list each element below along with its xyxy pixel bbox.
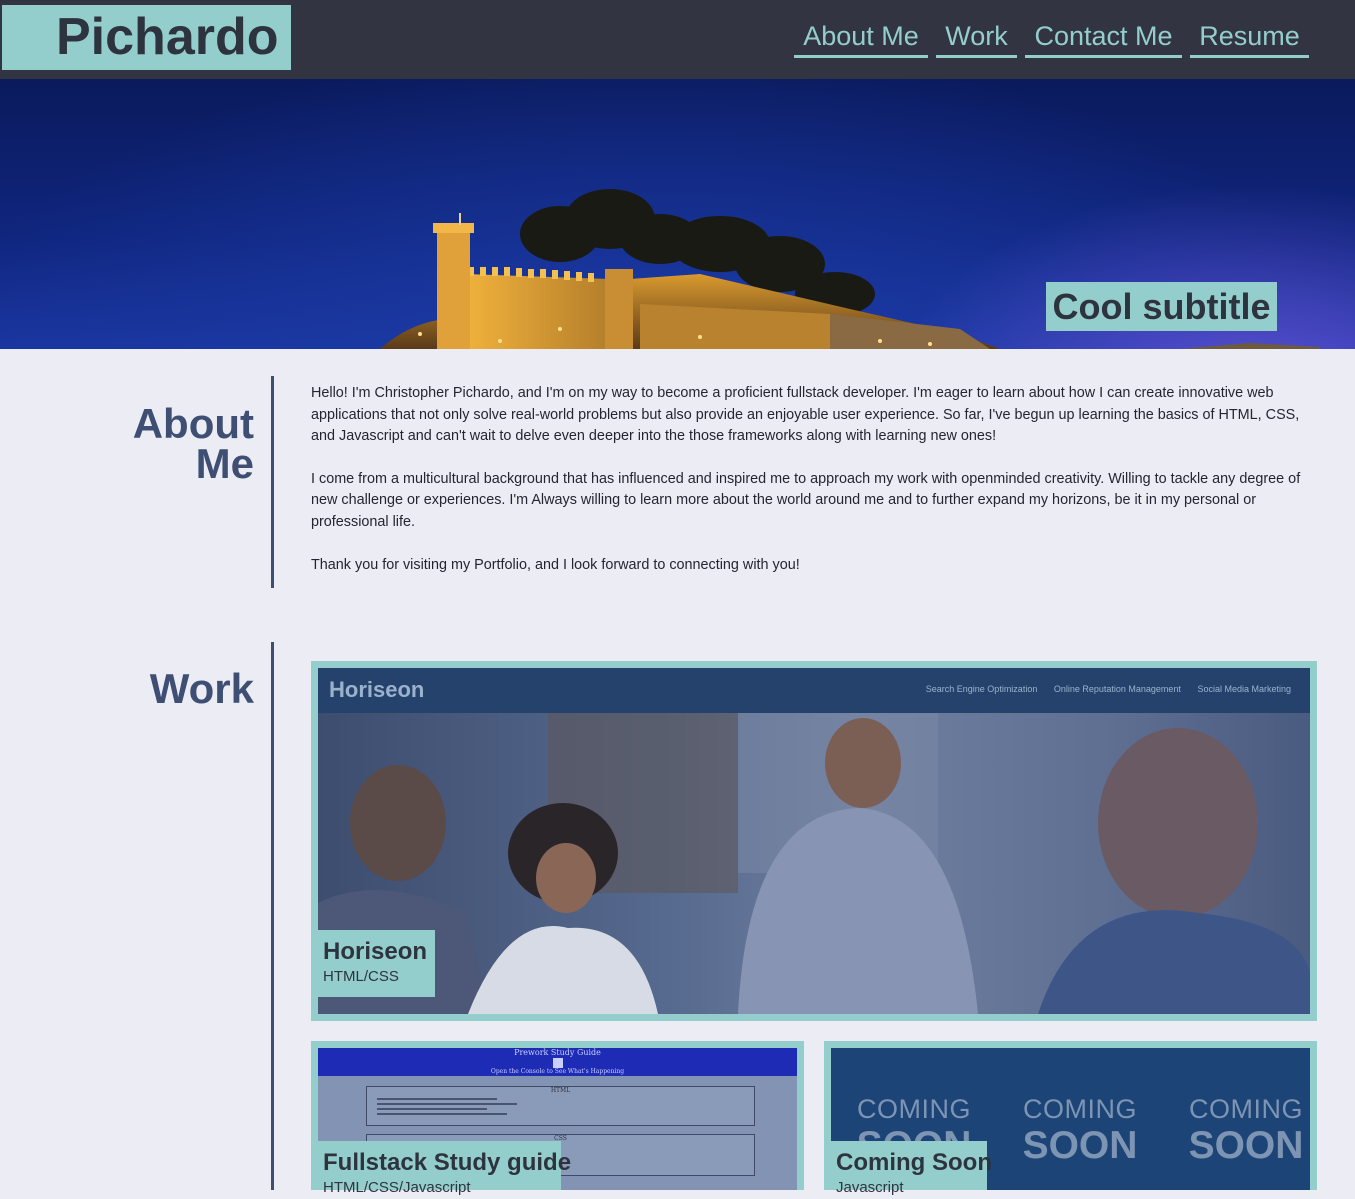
about-paragraph: Hello! I'm Christopher Pichardo, and I'm… <box>311 385 1300 445</box>
about-paragraph: I come from a multicultural background t… <box>311 470 1301 530</box>
nav-work[interactable]: Work <box>936 20 1017 58</box>
screenshot-link: Social Media Marketing <box>1197 684 1291 694</box>
coming-soon-text: COMING SOON <box>1010 1094 1150 1168</box>
about-divider <box>271 376 274 588</box>
project-title[interactable]: Fullstack Study guide <box>323 1149 571 1177</box>
project-tech: HTML/CSS <box>323 968 399 985</box>
screenshot-links: Search Engine Optimization Online Reputa… <box>912 684 1291 694</box>
project-card-horiseon[interactable]: Horiseon Search Engine Optimization Onli… <box>311 661 1317 1021</box>
coming-word: COMING <box>857 1094 971 1124</box>
project-screenshot: Horiseon Search Engine Optimization Onli… <box>318 668 1310 1014</box>
screenshot-header: Prework Study Guide Open the Console to … <box>318 1048 797 1076</box>
project-title[interactable]: Coming Soon <box>836 1149 992 1177</box>
project-card-coming-soon[interactable]: COMING SOON COMING SOON COMING SOON Comi… <box>824 1041 1317 1196</box>
screenshot-logo <box>552 1058 563 1068</box>
project-tech: Javascript <box>836 1179 904 1196</box>
screenshot-link: Online Reputation Management <box>1053 684 1181 694</box>
screenshot-heading: Prework Study Guide <box>514 1048 601 1057</box>
about-heading-line2: Me <box>195 440 254 487</box>
coming-word: COMING <box>1189 1094 1303 1124</box>
about-heading: About Me <box>132 400 254 487</box>
hero-banner: Cool subtitle <box>0 79 1355 349</box>
screenshot-link: Search Engine Optimization <box>925 684 1038 694</box>
work-heading: Work <box>149 665 254 712</box>
coming-soon-text: COMING SOON <box>1176 1094 1310 1168</box>
screenshot-logo: Horiseon <box>329 677 425 702</box>
hero-subtitle: Cool subtitle <box>1046 282 1277 331</box>
project-tech: HTML/CSS/Javascript <box>323 1179 471 1196</box>
soon-word: SOON <box>1188 1124 1304 1167</box>
project-label: Fullstack Study guide HTML/CSS/Javascrip… <box>313 1141 571 1196</box>
about-heading-line1: About <box>132 400 254 447</box>
site-logo[interactable]: Pichardo <box>2 5 291 70</box>
nav-about-me[interactable]: About Me <box>794 20 928 58</box>
screenshot-subheading: Open the Console to See What's Happening <box>490 1068 625 1075</box>
work-divider <box>271 642 274 1190</box>
project-title[interactable]: Horiseon <box>323 938 427 966</box>
nav-contact-me[interactable]: Contact Me <box>1025 20 1182 58</box>
screenshot-box-html: HTML <box>366 1086 755 1126</box>
people-illustration <box>318 713 1310 1014</box>
team-photo <box>318 713 1310 1014</box>
about-text: Hello! I'm Christopher Pichardo, and I'm… <box>311 383 1311 597</box>
project-label: Horiseon HTML/CSS <box>313 930 435 997</box>
about-paragraph: Thank you for visiting my Portfolio, and… <box>311 556 800 573</box>
soon-word: SOON <box>1022 1124 1138 1167</box>
site-header: Pichardo About Me Work Contact Me Resume <box>0 0 1355 79</box>
coming-word: COMING <box>1023 1094 1137 1124</box>
screenshot-nav: Horiseon Search Engine Optimization Onli… <box>318 668 1310 713</box>
project-card-study-guide[interactable]: Prework Study Guide Open the Console to … <box>311 1041 804 1196</box>
screenshot-section-title: HTML <box>550 1087 571 1094</box>
nav-resume[interactable]: Resume <box>1190 20 1309 58</box>
project-label: Coming Soon Javascript <box>826 1141 992 1196</box>
